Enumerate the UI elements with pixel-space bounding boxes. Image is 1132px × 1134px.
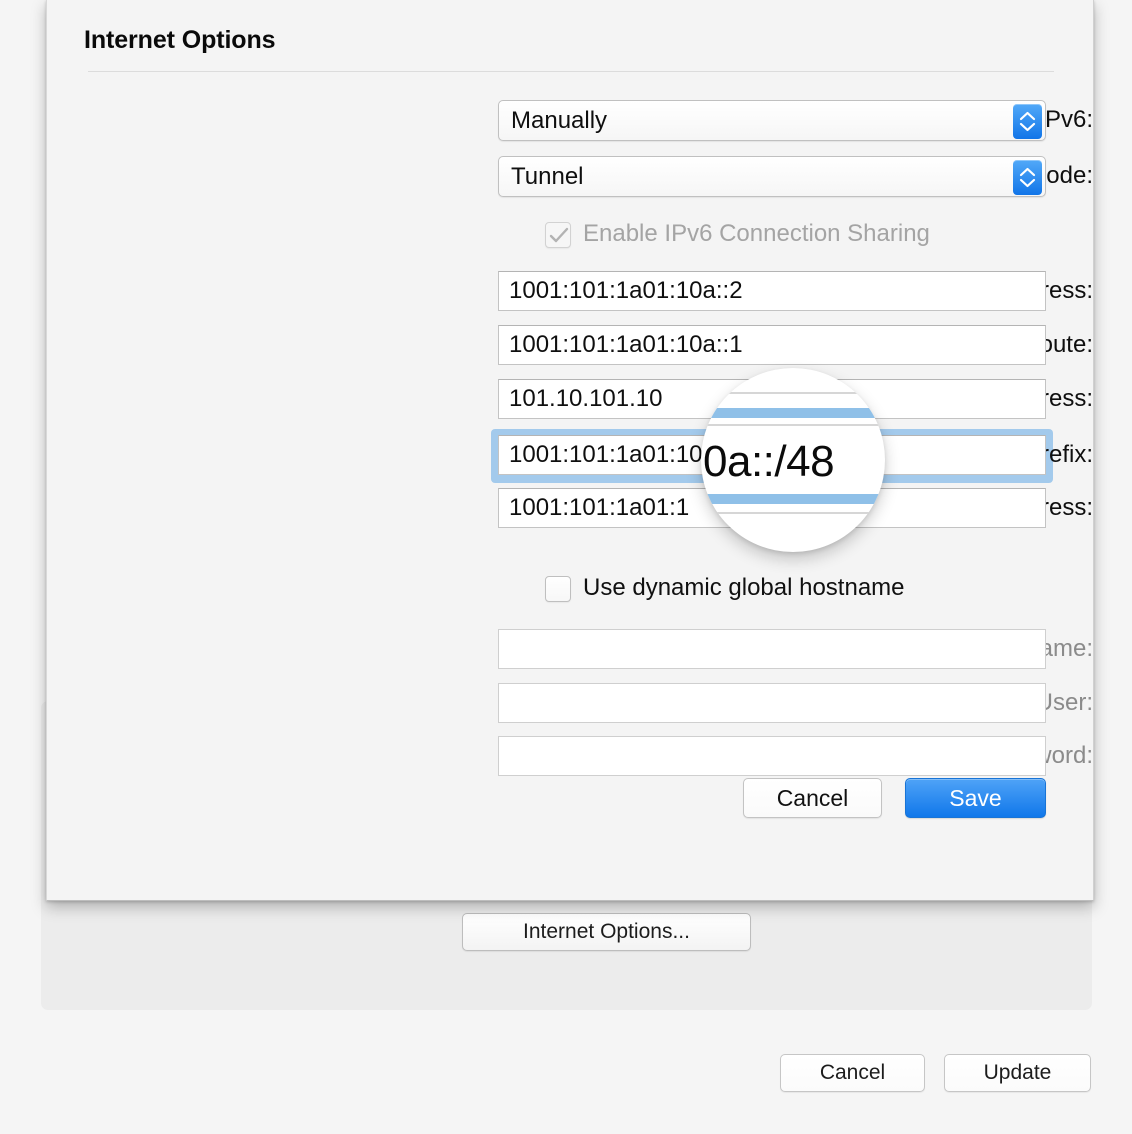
window-update-button[interactable]: Update [944,1054,1091,1092]
row-remote-ipv4-address: Remote IPv4 Address: 101.10.101.10 [47,379,1093,419]
configure-ipv6-value: Manually [511,107,608,134]
row-hostname: Hostname: [47,629,1093,669]
configure-ipv6-select[interactable]: Manually [498,100,1046,141]
checkmark-icon [549,227,569,243]
row-configure-ipv6: Configure IPv6: Manually [47,100,1093,141]
dynamic-hostname-checkbox[interactable] [545,576,571,602]
internet-options-dialog: Internet Options Configure IPv6: Manuall… [46,0,1094,901]
dialog-cancel-button[interactable]: Cancel [743,778,882,818]
dynamic-hostname-label: Use dynamic global hostname [583,574,905,601]
password-input[interactable] [498,736,1046,776]
ipv6-wan-address-input[interactable]: 1001:101:1a01:10a::2 [498,271,1046,311]
row-ipv6-wan-address: IPv6 WAN Address: 1001:101:1a01:10a::2 [47,271,1093,311]
internet-options-button[interactable]: Internet Options... [462,913,751,951]
user-input[interactable] [498,683,1046,723]
row-user: User: [47,683,1093,723]
loupe-hairline [701,512,885,514]
chevron-updown-icon[interactable] [1013,104,1042,139]
ipv6-mode-value: Tunnel [511,163,584,190]
loupe-hairline [701,424,885,426]
ipv6-mode-select[interactable]: Tunnel [498,156,1046,197]
loupe-hairline [701,392,885,394]
chevron-updown-icon[interactable] [1013,160,1042,195]
row-ipv6-default-route: IPv6 Default Route: 1001:101:1a01:10a::1 [47,325,1093,365]
window-cancel-button[interactable]: Cancel [780,1054,925,1092]
loupe-focus-band-bottom [701,494,885,504]
row-ipv6-lan-address: IPv6 LAN Address: 1001:101:1a01:1 [47,488,1093,528]
title-divider [88,71,1054,72]
dialog-title: Internet Options [84,26,276,54]
enable-ipv6-sharing-checkbox [545,222,571,248]
loupe-focus-band-top [701,408,885,418]
hostname-input[interactable] [498,629,1046,669]
row-ipv6-mode: IPv6 Mode: Tunnel [47,156,1093,197]
dialog-save-button[interactable]: Save [905,778,1046,818]
magnifier-loupe: 0a::/48 [701,368,885,552]
enable-ipv6-sharing-label: Enable IPv6 Connection Sharing [583,220,930,247]
row-ipv6-delegated-prefix: IPv6 Delegated Prefix: 1001:101:1a01:10a… [47,435,1093,475]
ipv6-default-route-input[interactable]: 1001:101:1a01:10a::1 [498,325,1046,365]
row-password: Password: [47,736,1093,776]
magnified-text: 0a::/48 [703,437,835,486]
